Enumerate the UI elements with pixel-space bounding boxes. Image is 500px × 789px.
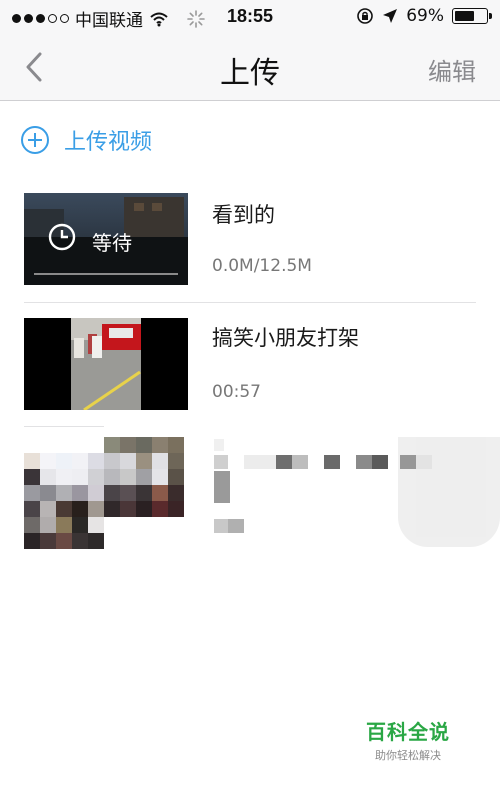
mosaic-thumbnail	[24, 437, 188, 553]
location-arrow-icon	[383, 9, 398, 23]
watermark-tagline: 助你轻松解决	[375, 749, 441, 762]
mosaic-title	[214, 437, 500, 547]
video-thumbnail: 等待	[24, 193, 188, 285]
upload-progress-bar	[34, 273, 178, 275]
status-bar: 中国联通 18:55 69%	[0, 0, 500, 34]
video-title: 搞笑小朋友打架	[212, 326, 359, 350]
upload-video-label: 上传视频	[64, 130, 153, 155]
page-title: 上传	[220, 56, 280, 91]
upload-status-label: 等待	[92, 231, 132, 255]
divider	[24, 302, 476, 303]
video-duration: 00:57	[212, 382, 261, 402]
rotation-lock-icon	[357, 8, 374, 24]
status-right: 69%	[356, 6, 492, 26]
navigation-bar: 上传 编辑	[0, 34, 500, 101]
edit-button[interactable]: 编辑	[428, 52, 476, 87]
thumbnail-image	[24, 318, 188, 410]
video-list-item[interactable]: 搞笑小朋友打架 00:57	[0, 318, 500, 418]
video-list-item[interactable]: 等待 看到的 0.0M/12.5M	[0, 193, 500, 303]
upload-size-progress: 0.0M/12.5M	[212, 256, 312, 276]
video-title: 看到的	[212, 203, 275, 227]
battery-percent: 69%	[406, 6, 444, 26]
battery-icon	[452, 8, 492, 24]
divider	[24, 426, 104, 427]
watermark-brand: 百科全说	[366, 720, 450, 744]
video-thumbnail	[24, 318, 188, 410]
brand-watermark: 百科全说 助你轻松解决	[366, 716, 450, 763]
battery-fill	[455, 11, 475, 21]
upload-video-button[interactable]: 上传视频	[20, 120, 152, 160]
plus-circle-icon	[21, 126, 49, 154]
clock-icon	[48, 223, 76, 251]
video-list-item-blurred[interactable]	[0, 437, 500, 553]
waiting-overlay: 等待	[24, 193, 188, 285]
